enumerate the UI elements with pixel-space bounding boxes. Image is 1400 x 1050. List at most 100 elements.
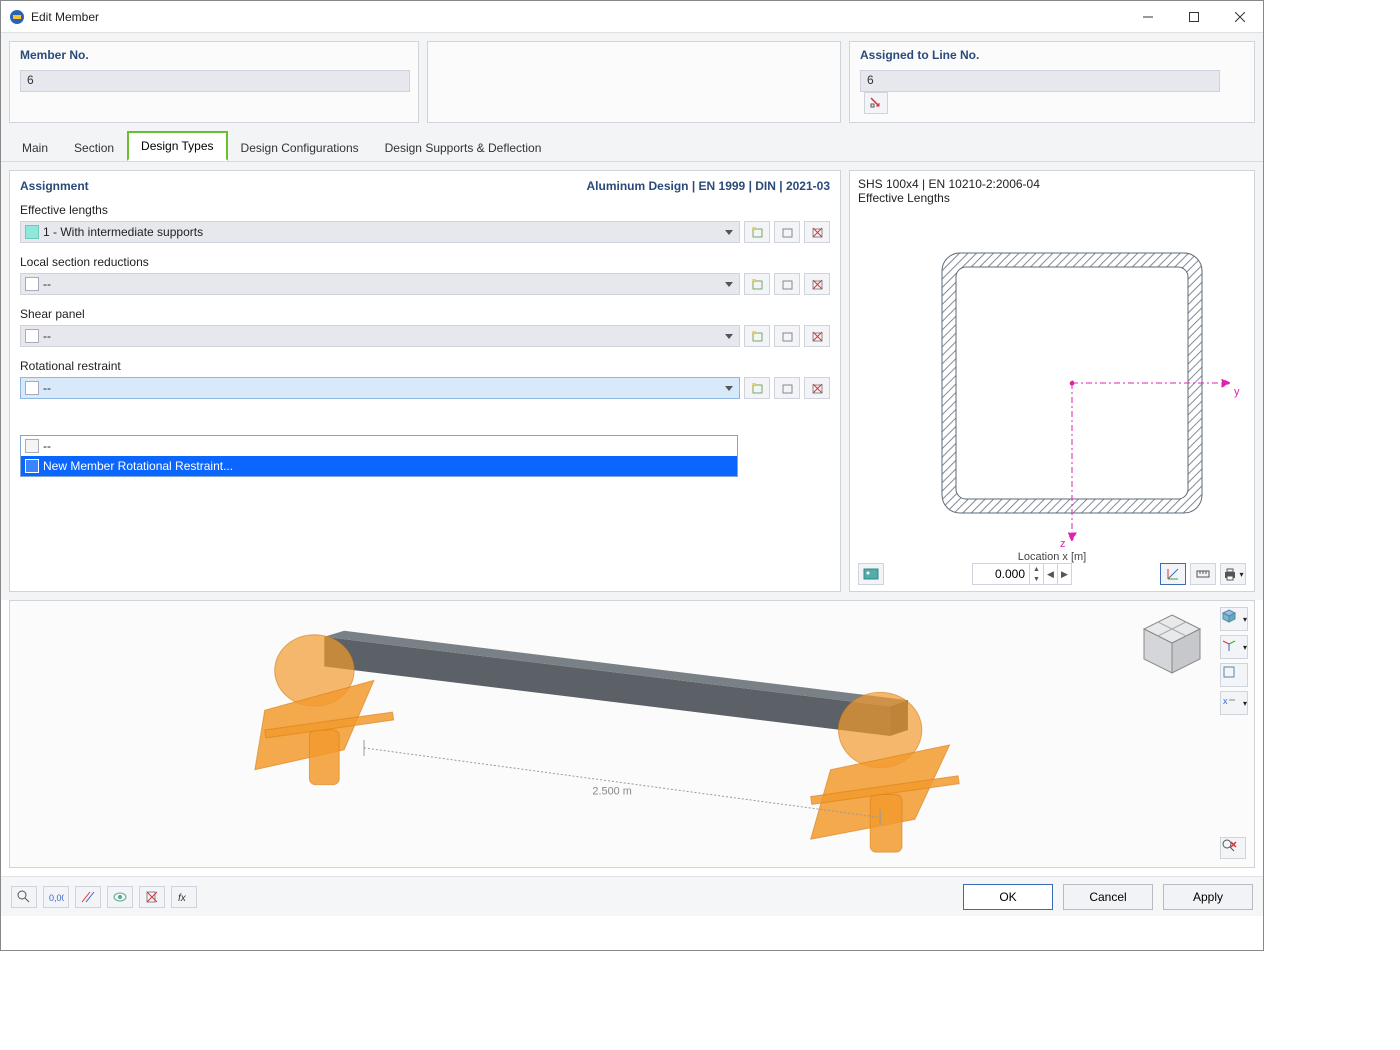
assigned-line-label: Assigned to Line No. (860, 48, 1244, 62)
function-button[interactable]: fx (171, 886, 197, 908)
shear-panel-value: -- (43, 329, 51, 343)
tab-design-supports-deflection[interactable]: Design Supports & Deflection (372, 134, 555, 161)
effective-lengths-delete-button[interactable] (804, 221, 830, 243)
step-next-button[interactable]: ▶ (1057, 564, 1071, 584)
maximize-button[interactable] (1171, 1, 1217, 32)
rotational-restraint-new-button[interactable] (744, 377, 770, 399)
member-no-panel: Member No. 6 (9, 41, 419, 123)
member-3d-viewer[interactable]: 2.500 m ▾ ▾ x▾ (9, 600, 1255, 868)
section-preview-panel: SHS 100x4 | EN 10210-2:2006-04 Effective… (849, 170, 1255, 592)
xyz-icon (1221, 636, 1243, 658)
step-down-button[interactable]: ▼ (1029, 574, 1043, 584)
rotational-restraint-label: Rotational restraint (20, 359, 830, 373)
fx-icon: fx (176, 889, 192, 905)
dropdown-option-new-rotational-restraint[interactable]: New Member Rotational Restraint... (21, 456, 737, 476)
rotational-restraint-dropdown[interactable]: -- New Member Rotational Restraint... (20, 435, 738, 477)
minimize-button[interactable] (1125, 1, 1171, 32)
checkbox-icon (25, 381, 39, 395)
tab-section[interactable]: Section (61, 134, 127, 161)
edit-icon (780, 329, 794, 343)
help-button[interactable] (11, 886, 37, 908)
section-source-button[interactable] (858, 563, 884, 585)
edit-icon (780, 381, 794, 395)
design-standard-label: Aluminum Design | EN 1999 | DIN | 2021-0… (587, 179, 831, 193)
shear-panel-combo[interactable]: -- (20, 325, 740, 347)
local-section-reductions-delete-button[interactable] (804, 273, 830, 295)
delete-icon (810, 381, 824, 395)
ok-button[interactable]: OK (963, 884, 1053, 910)
new-icon (750, 329, 764, 343)
show-model-button[interactable] (107, 886, 133, 908)
checkbox-icon (25, 439, 39, 453)
view-zoom-button[interactable] (1220, 663, 1248, 687)
nav-cube[interactable] (1138, 611, 1206, 682)
rotational-restraint-combo[interactable]: -- (20, 377, 740, 399)
viewer-reset-button[interactable] (1220, 837, 1246, 859)
content-row: Assignment Aluminum Design | EN 1999 | D… (1, 162, 1263, 600)
member-no-label: Member No. (20, 48, 408, 62)
chevron-down-icon (725, 386, 733, 391)
cancel-button[interactable]: Cancel (1063, 884, 1153, 910)
eye-icon (112, 889, 128, 905)
effective-lengths-edit-button[interactable] (774, 221, 800, 243)
local-section-reductions-edit-button[interactable] (774, 273, 800, 295)
remove-definition-button[interactable] (139, 886, 165, 908)
checkbox-icon (25, 329, 39, 343)
tab-main[interactable]: Main (9, 134, 61, 161)
dropdown-option-none[interactable]: -- (21, 436, 737, 456)
pick-line-button[interactable] (864, 92, 888, 114)
assignment-panel: Assignment Aluminum Design | EN 1999 | D… (9, 170, 841, 592)
member-no-field[interactable]: 6 (20, 70, 410, 92)
step-up-button[interactable]: ▲ (1029, 564, 1043, 574)
show-numbers-button[interactable] (75, 886, 101, 908)
axis-z-label: z (1060, 538, 1066, 550)
location-stepper[interactable]: ▲ ▼ ◀ ▶ (972, 563, 1072, 585)
app-icon (9, 9, 25, 25)
svg-text:0,00: 0,00 (49, 893, 64, 903)
svg-text:x: x (1223, 696, 1228, 706)
section-subtitle-label: Effective Lengths (858, 191, 1246, 205)
magnifier-reset-icon (1221, 838, 1245, 858)
tab-design-configurations[interactable]: Design Configurations (228, 134, 372, 161)
rotational-restraint-edit-button[interactable] (774, 377, 800, 399)
chevron-down-icon (725, 334, 733, 339)
section-dimensions-button[interactable] (1190, 563, 1216, 585)
delete-icon (810, 225, 824, 239)
local-section-reductions-new-button[interactable] (744, 273, 770, 295)
tab-row: Main Section Design Types Design Configu… (1, 131, 1263, 162)
view-axes-button[interactable]: ▾ (1220, 635, 1248, 659)
effective-lengths-new-button[interactable] (744, 221, 770, 243)
effective-lengths-combo[interactable]: 1 - With intermediate supports (20, 221, 740, 243)
local-section-reductions-combo[interactable]: -- (20, 273, 740, 295)
dimension-label: 2.500 m (592, 786, 631, 798)
close-button[interactable] (1217, 1, 1263, 32)
view-mode-button[interactable]: ▾ (1220, 607, 1248, 631)
view-local-button[interactable]: x▾ (1220, 691, 1248, 715)
step-prev-button[interactable]: ◀ (1043, 564, 1057, 584)
rotational-restraint-delete-button[interactable] (804, 377, 830, 399)
shear-panel-new-button[interactable] (744, 325, 770, 347)
section-axes-button[interactable] (1160, 563, 1186, 585)
tab-design-types[interactable]: Design Types (127, 131, 228, 161)
apply-button[interactable]: Apply (1163, 884, 1253, 910)
units-button[interactable]: 0,00 (43, 886, 69, 908)
header-spacer-panel (427, 41, 841, 123)
edit-icon (780, 277, 794, 291)
shear-panel-edit-button[interactable] (774, 325, 800, 347)
new-icon (750, 381, 764, 395)
section-name-label: SHS 100x4 | EN 10210-2:2006-04 (858, 177, 1246, 191)
ruler-icon (1195, 566, 1211, 582)
local-axis-icon: x (1221, 692, 1243, 714)
bottom-bar: 0,00 fx OK Cancel Apply (1, 876, 1263, 916)
shear-panel-delete-button[interactable] (804, 325, 830, 347)
assigned-line-field[interactable]: 6 (860, 70, 1220, 92)
member-number-icon (80, 889, 96, 905)
location-input[interactable] (973, 567, 1029, 581)
edit-icon (780, 225, 794, 239)
cube-icon (1221, 608, 1243, 630)
location-label: Location x [m] (858, 551, 1246, 563)
zoom-extents-icon (1221, 664, 1247, 686)
header-panels: Member No. 6 Assigned to Line No. 6 (1, 33, 1263, 131)
section-print-button[interactable]: ▾ (1220, 563, 1246, 585)
shear-panel-label: Shear panel (20, 307, 830, 321)
